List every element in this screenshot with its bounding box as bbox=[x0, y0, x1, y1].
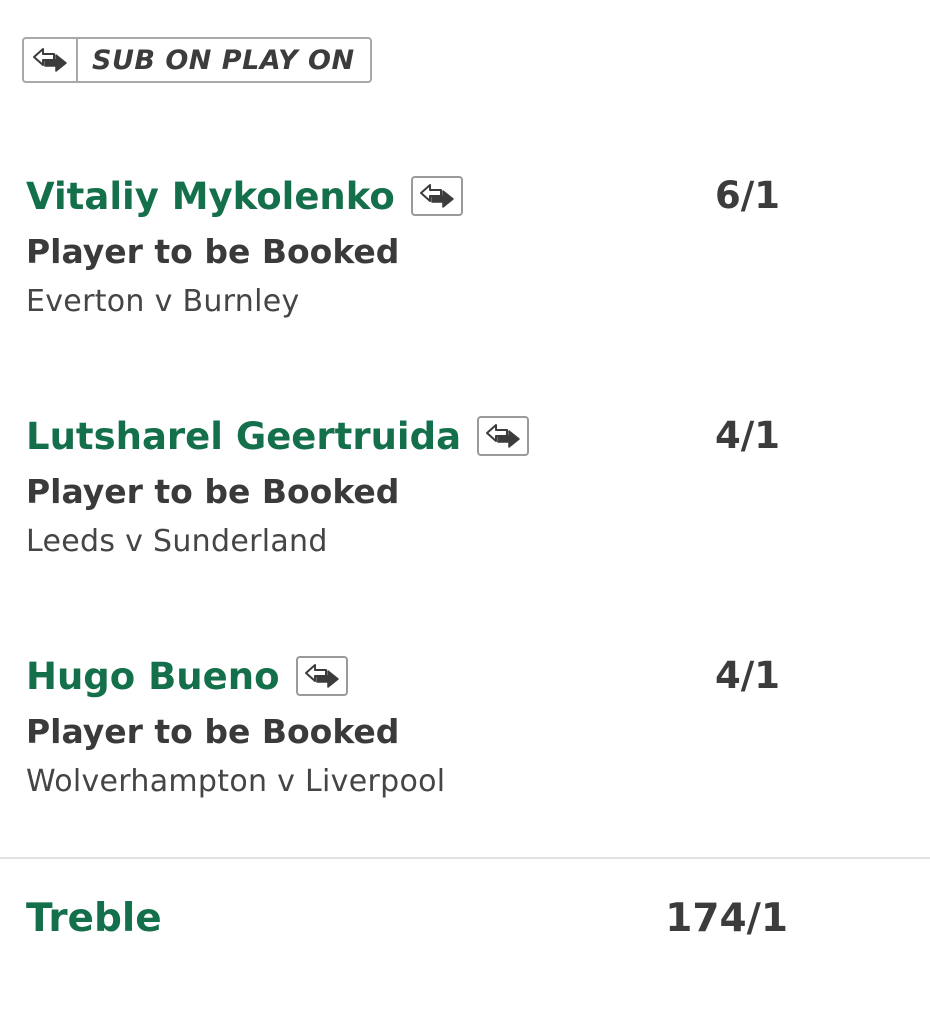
divider bbox=[0, 857, 930, 859]
selection-item[interactable]: Vitaliy Mykolenko 6/1 Player to be Booke… bbox=[26, 172, 806, 322]
market-name: Player to be Booked bbox=[26, 712, 400, 751]
player-name[interactable]: Vitaliy Mykolenko bbox=[26, 175, 395, 218]
treble-row: Treble 174/1 bbox=[26, 893, 788, 945]
player-name[interactable]: Lutsharel Geertruida bbox=[26, 415, 461, 458]
selection-item[interactable]: Lutsharel Geertruida 4/1 Player to be Bo… bbox=[26, 412, 806, 562]
market-name: Player to be Booked bbox=[26, 232, 400, 271]
swap-arrows-icon[interactable] bbox=[477, 416, 530, 456]
badge-label: SUB ON PLAY ON bbox=[92, 44, 355, 76]
swap-arrows-icon[interactable] bbox=[410, 176, 463, 216]
selection-odds: 4/1 bbox=[714, 654, 780, 697]
treble-odds: 174/1 bbox=[665, 896, 788, 941]
treble-label: Treble bbox=[26, 896, 162, 941]
swap-arrows-icon bbox=[24, 39, 78, 81]
market-name: Player to be Booked bbox=[26, 472, 400, 511]
selection-odds: 6/1 bbox=[714, 174, 780, 217]
swap-arrows-icon[interactable] bbox=[295, 656, 348, 696]
event-name: Leeds v Sunderland bbox=[26, 524, 328, 559]
event-name: Everton v Burnley bbox=[26, 284, 300, 319]
player-name[interactable]: Hugo Bueno bbox=[26, 655, 280, 698]
event-name: Wolverhampton v Liverpool bbox=[26, 764, 446, 799]
selection-item[interactable]: Hugo Bueno 4/1 Player to be Booked Wolve… bbox=[26, 652, 806, 802]
sub-on-play-on-badge: SUB ON PLAY ON bbox=[22, 37, 372, 83]
selection-odds: 4/1 bbox=[714, 414, 780, 457]
